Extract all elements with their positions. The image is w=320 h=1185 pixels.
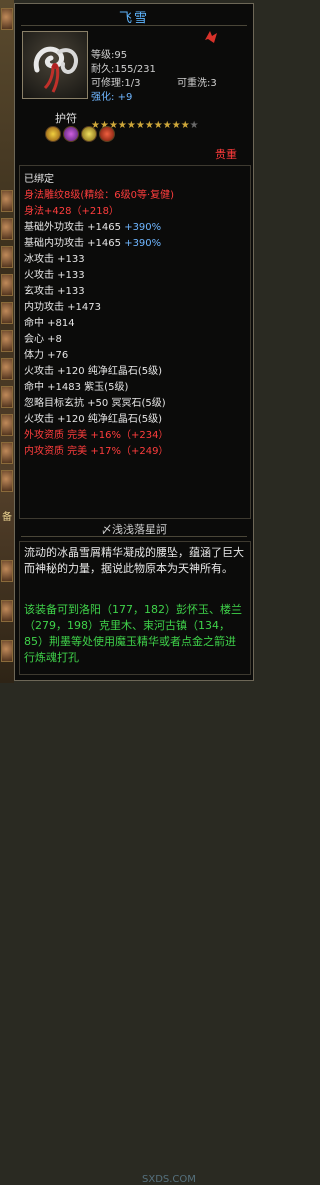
attribute-accent: +390%: [124, 222, 162, 233]
item-icon: [22, 31, 88, 99]
attribute-line: 火攻击 +133: [24, 270, 85, 281]
equipment-slot[interactable]: [1, 600, 13, 622]
item-repairable: 可修理:1/3: [91, 78, 141, 89]
enhance-value: +9: [117, 92, 133, 103]
attribute-line: 玄攻击 +133: [24, 286, 85, 297]
star-icon: ★: [171, 120, 181, 131]
attribute-line: 火攻击 +120 纯净红晶石(5级): [24, 366, 162, 377]
attribute-line: 内功攻击 +1473: [24, 302, 102, 313]
equipment-slot[interactable]: [1, 218, 13, 240]
attribute-line: 外攻资质 完美 +16%（+234）: [24, 430, 169, 441]
charm-label: 护符: [55, 112, 77, 125]
star-icon: ★: [144, 120, 154, 131]
left-strip-label: 备: [2, 512, 12, 523]
star-empty-icon: ★: [189, 120, 199, 131]
attribute-accent: +390%: [124, 238, 162, 249]
equipment-slot[interactable]: [1, 246, 13, 268]
star-icon: ★: [126, 120, 136, 131]
attribute-list: 已绑定 身法雕纹8级(精绘：6级0等·复健) 身法+428（+218） 基础外功…: [19, 165, 251, 519]
equipment-slot[interactable]: [1, 358, 13, 380]
attribute-line: 会心 +8: [24, 334, 62, 345]
gem-slot-icon[interactable]: [81, 126, 97, 142]
equipment-slot[interactable]: [1, 8, 13, 30]
equipment-slot[interactable]: [1, 442, 13, 464]
item-durability: 耐久:155/231: [91, 64, 156, 75]
attribute-line: 火攻击 +120 纯净红晶石(5级): [24, 414, 162, 425]
equipment-slot[interactable]: [1, 330, 13, 352]
equipment-slot[interactable]: [1, 640, 13, 662]
charm-section: 护符 ★★★★★★★★★★★★ 贵重: [19, 109, 249, 161]
gem-slot-icon[interactable]: [99, 126, 115, 142]
gem-slot-icon[interactable]: [63, 126, 79, 142]
star-icon: ★: [162, 120, 172, 131]
equipment-slot[interactable]: [1, 560, 13, 582]
set-title: 〆浅浅落星訶: [101, 523, 167, 536]
item-rank: 贵重: [215, 148, 237, 161]
gem-slot-icon[interactable]: [45, 126, 61, 142]
attribute-line: 身法雕纹8级(精绘：6级0等·复健): [24, 190, 175, 201]
divider: [21, 536, 247, 537]
attribute-line: 内攻资质 完美 +17%（+249）: [24, 446, 169, 457]
left-equipment-strip: 备: [0, 0, 14, 683]
equipment-slot[interactable]: [1, 302, 13, 324]
item-enhance: 强化: +9: [91, 88, 132, 103]
item-rewashable: 可重洗:3: [177, 78, 217, 89]
attribute-line: 基础外功攻击 +1465 +390%: [24, 222, 162, 233]
item-description: 流动的冰晶雪屑精华凝成的腰坠，蕴涵了巨大而神秘的力量，据说此物原本为天神所有。: [24, 546, 244, 575]
watermark: SXDS.COM: [142, 1174, 196, 1185]
star-icon: ★: [153, 120, 163, 131]
enhance-label: 强化:: [91, 92, 115, 103]
item-name: 飞雪: [118, 11, 149, 26]
item-tooltip: 飞雪 等级:95 耐久:155/231 可修理:1/3 可重洗:3 强化: +9…: [14, 3, 254, 1185]
equipment-slot[interactable]: [1, 414, 13, 436]
attribute-line: 忽略目标玄抗 +50 冥冥石(5级): [24, 398, 166, 409]
attribute-line: 体力 +76: [24, 350, 69, 361]
equipment-slot[interactable]: [1, 470, 13, 492]
item-level: 等级:95: [91, 50, 128, 61]
attribute-line: 身法+428（+218）: [24, 206, 119, 217]
bound-status-icon: [202, 28, 220, 46]
attribute-line: 已绑定: [24, 174, 54, 185]
description-section: 流动的冰晶雪屑精华凝成的腰坠，蕴涵了巨大而神秘的力量，据说此物原本为天神所有。 …: [19, 541, 251, 1185]
star-icon: ★: [180, 120, 190, 131]
star-icon: ★: [117, 120, 127, 131]
equipment-slot[interactable]: [1, 274, 13, 296]
item-task-hint: 该装备可到洛阳（177，182）彭怀玉、楼兰（279，198）克里木、束河古镇（…: [24, 603, 242, 664]
attribute-line: 命中 +814: [24, 318, 75, 329]
star-icon: ★: [135, 120, 145, 131]
equipment-slot[interactable]: [1, 386, 13, 408]
attribute-line: 冰攻击 +133: [24, 254, 85, 265]
attribute-line: 命中 +1483 紫玉(5级): [24, 382, 129, 393]
divider: [21, 25, 247, 26]
attribute-line: 基础内功攻击 +1465 +390%: [24, 238, 162, 249]
equipment-slot[interactable]: [1, 190, 13, 212]
